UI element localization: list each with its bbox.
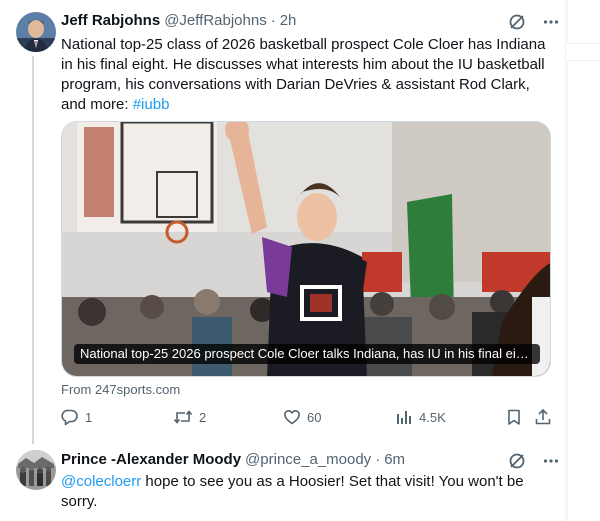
author-handle[interactable]: @JeffRabjohns <box>164 12 267 29</box>
link-card-title[interactable]: National top-25 2026 prospect Cole Cloer… <box>74 344 540 364</box>
reply-text: @colecloerr hope to see you as a Hoosier… <box>61 472 531 512</box>
reply-count: 1 <box>85 409 93 425</box>
heart-icon <box>283 408 301 426</box>
more-icon[interactable] <box>542 13 560 36</box>
separator-dot: · <box>375 451 381 468</box>
like-button[interactable]: 60 <box>283 408 321 426</box>
more-icon[interactable] <box>542 452 560 475</box>
timeline: Jeff Rabjohns @JeffRabjohns · 2h Nationa… <box>0 0 566 521</box>
thread-connector-line <box>32 56 34 444</box>
post-header: Jeff Rabjohns @JeffRabjohns · 2h <box>61 12 296 29</box>
reply-author-name[interactable]: Prince -Alexander Moody <box>61 451 241 468</box>
repost-button[interactable]: 2 <box>173 408 206 426</box>
views-icon <box>395 408 413 426</box>
views-button[interactable]: 4.5K <box>395 408 446 426</box>
separator-dot: · <box>270 12 276 29</box>
share-icon <box>534 408 552 426</box>
reply-button[interactable]: 1 <box>61 408 92 426</box>
link-card-image[interactable]: National top-25 2026 prospect Cole Cloer… <box>61 121 551 377</box>
repost-icon <box>173 408 193 426</box>
post-text: National top-25 class of 2026 basketball… <box>61 35 549 115</box>
hashtag-link[interactable]: #iubb <box>133 96 170 113</box>
link-card-source[interactable]: From 247sports.com <box>61 382 180 397</box>
post-time[interactable]: 2h <box>280 12 297 29</box>
reply-icon <box>61 408 79 426</box>
post-action-bar: 1 2 60 4.5K <box>61 408 551 428</box>
view-count: 4.5K <box>419 409 446 425</box>
share-button[interactable] <box>534 408 552 426</box>
grok-icon[interactable] <box>508 13 526 36</box>
post-top-actions <box>508 13 560 36</box>
sidebar-search-edge <box>567 0 600 44</box>
sidebar-panel-edge <box>567 60 600 521</box>
reply-author-handle[interactable]: @prince_a_moody <box>245 451 371 468</box>
mention-link[interactable]: @colecloerr <box>61 473 141 490</box>
bookmark-button[interactable] <box>505 408 523 426</box>
author-name[interactable]: Jeff Rabjohns <box>61 12 160 29</box>
bookmark-icon <box>505 408 523 426</box>
repost-count: 2 <box>199 409 207 425</box>
reply-author-avatar[interactable] <box>16 450 56 490</box>
right-sidebar-edge <box>567 0 600 521</box>
reply-time[interactable]: 6m <box>384 451 405 468</box>
like-count: 60 <box>307 409 322 425</box>
author-avatar[interactable] <box>16 12 56 52</box>
reply-header: Prince -Alexander Moody @prince_a_moody … <box>61 451 405 468</box>
